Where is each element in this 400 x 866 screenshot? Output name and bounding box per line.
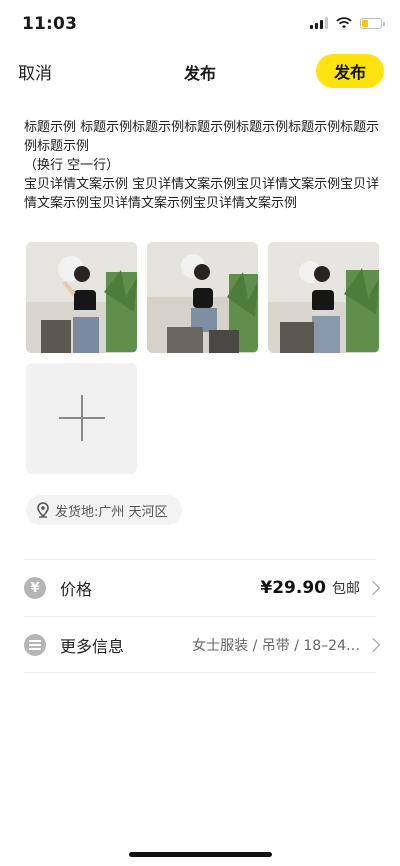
status-icons — [310, 16, 385, 30]
free-shipping-label: 包邮 — [332, 581, 360, 597]
chevron-right-icon — [365, 580, 381, 596]
product-photo-1[interactable] — [26, 242, 137, 353]
status-time: 11:03 — [22, 14, 78, 34]
plus-icon — [81, 395, 83, 441]
description-text[interactable]: 标题示例 标题示例标题示例标题示例标题示例标题示例标题示例标题示例 （换行 空一… — [24, 118, 380, 213]
divider — [24, 672, 376, 673]
price-row[interactable]: ¥ 价格 ¥29.90 包邮 — [24, 560, 381, 616]
list-icon — [24, 634, 46, 656]
price-label: 价格 — [60, 580, 93, 599]
shipping-location-label: 发货地:广州 天河区 — [55, 504, 168, 520]
navigation-bar: 取消 发布 发布 — [0, 50, 400, 94]
location-pin-icon — [37, 502, 49, 518]
shipping-location-chip[interactable]: 发货地:广州 天河区 — [26, 495, 182, 525]
more-info-label: 更多信息 — [60, 637, 125, 656]
home-indicator — [129, 852, 272, 857]
price-value-group: ¥29.90 包邮 — [260, 578, 360, 598]
more-info-value-group: 女士服装 / 吊带 / 18–24… — [192, 635, 360, 655]
product-photo-3[interactable] — [268, 242, 379, 353]
cellular-signal-icon — [310, 17, 328, 29]
yen-icon: ¥ — [24, 577, 46, 599]
wifi-icon — [336, 17, 352, 29]
add-photo-button[interactable] — [26, 363, 137, 474]
more-info-row[interactable]: 更多信息 女士服装 / 吊带 / 18–24… — [24, 617, 381, 673]
battery-icon — [360, 17, 385, 29]
more-info-value: 女士服装 / 吊带 / 18–24… — [192, 638, 360, 654]
product-photo-image — [147, 242, 258, 353]
product-photo-image — [268, 242, 379, 353]
price-value: ¥29.90 — [260, 578, 326, 598]
publish-button[interactable]: 发布 — [316, 54, 384, 88]
status-bar: 11:03 — [0, 0, 400, 46]
product-photo-image — [26, 242, 137, 353]
product-photo-2[interactable] — [147, 242, 258, 353]
chevron-right-icon — [365, 637, 381, 653]
